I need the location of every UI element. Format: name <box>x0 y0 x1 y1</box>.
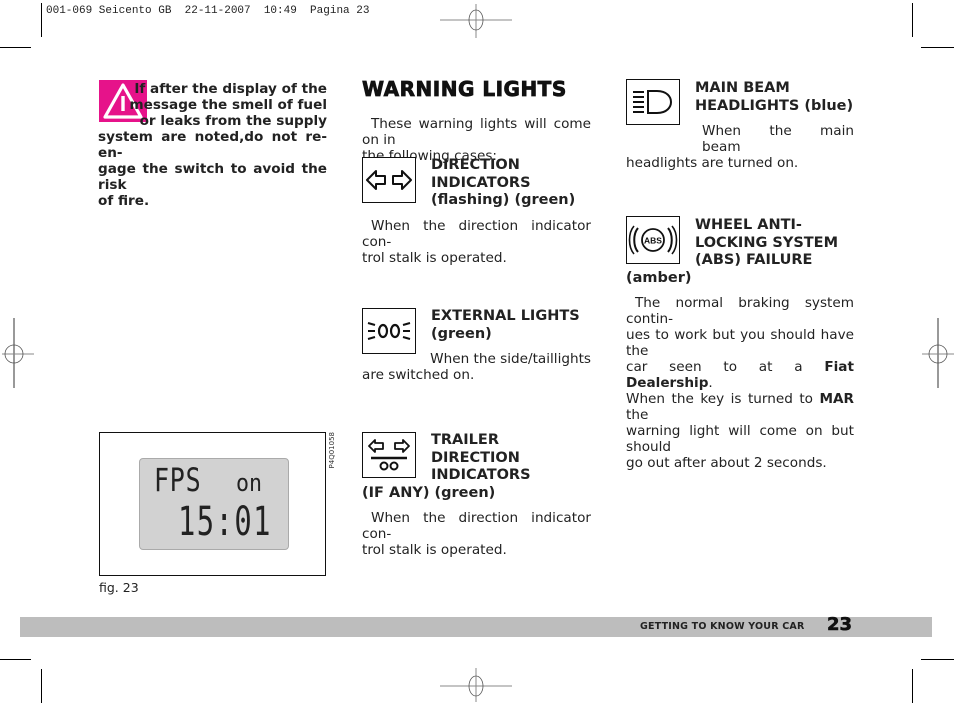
trailer-indicators-heading: TRAILER DIRECTION INDICATORS <box>431 432 531 485</box>
registration-mark-icon <box>440 668 512 702</box>
body-line: When the key is turned to MAR the <box>626 391 854 423</box>
body-text-span: the <box>626 407 649 423</box>
heading-line: (flashing) (green) <box>431 192 576 208</box>
body-line: When the direction indicator con- <box>362 510 591 542</box>
trailer-indicators-icon-box <box>362 432 416 478</box>
registration-mark-icon <box>922 318 954 388</box>
page-number: 23 <box>827 614 853 636</box>
body-line: are switched on. <box>362 367 475 383</box>
figure-code: P4Q01058 <box>328 432 336 469</box>
abs-heading: WHEEL ANTI- LOCKING SYSTEM (ABS) FAILURE <box>695 217 838 270</box>
crop-mark <box>912 3 913 37</box>
trailer-direction-indicators-icon <box>368 439 410 471</box>
warning-note: If after the display of the message the … <box>98 81 327 209</box>
footer-section-label: GETTING TO KNOW YOUR CAR <box>640 621 805 632</box>
body-line: When the side/taillights <box>430 351 591 367</box>
abs-text: The normal braking system contin- ues to… <box>626 295 854 471</box>
body-text-span: car seen to at a <box>626 359 803 375</box>
lcd-text-time: 15:01 <box>178 499 272 545</box>
external-lights-icon-box <box>362 308 416 354</box>
body-line: warning light will come on but should <box>626 423 854 455</box>
body-line: When the direction indicator con- <box>362 218 591 250</box>
crop-mark <box>41 3 42 37</box>
body-line: car seen to at a Fiat Dealership. <box>626 359 854 391</box>
abs-icon-box: ABS <box>626 216 680 264</box>
lcd-text-on: on <box>236 469 263 497</box>
heading-line: HEADLIGHTS (blue) <box>695 97 854 114</box>
lcd-display: FPS on 15:01 <box>139 458 289 550</box>
main-beam-headlights-icon <box>633 90 673 114</box>
crop-mark <box>41 669 42 703</box>
heading-line: (green) <box>431 325 492 342</box>
direction-indicators-icon-box <box>362 157 416 203</box>
body-text-span: . <box>708 375 713 391</box>
body-text-span: When the key is turned to <box>626 391 813 407</box>
main-beam-icon-box <box>626 79 680 125</box>
heading-line: DIRECTION <box>431 449 520 466</box>
heading-line: LOCKING SYSTEM <box>695 234 839 251</box>
crop-mark <box>921 47 954 48</box>
body-line: When the main beam <box>702 123 854 155</box>
page-title: WARNING LIGHTS <box>362 77 567 102</box>
warning-line: of fire. <box>98 193 150 209</box>
heading-line: WHEEL ANTI- <box>695 217 802 233</box>
intro-line: These warning lights will come on in <box>362 116 591 148</box>
registration-mark-icon <box>2 318 34 388</box>
warning-line: If after the display of the <box>134 81 327 97</box>
heading-line: DIRECTION <box>431 157 520 173</box>
mar-emphasis: MAR <box>819 391 855 407</box>
trailer-indicators-text: When the direction indicator con- trol s… <box>362 510 591 558</box>
body-line: ues to work but you should have the <box>626 327 854 359</box>
heading-line: MAIN BEAM <box>695 80 790 96</box>
print-slug: 001-069 Seicento GB 22-11-2007 10:49 Pag… <box>46 5 370 17</box>
direction-indicators-icon <box>366 170 412 190</box>
trailer-indicators-heading-suffix: (IF ANY) (green) <box>362 485 496 501</box>
crop-mark <box>0 659 31 660</box>
crop-mark <box>921 659 954 660</box>
body-line: trol stalk is operated. <box>362 250 507 266</box>
warning-line: gage the switch to avoid the risk <box>98 161 327 193</box>
body-line: trol stalk is operated. <box>362 542 507 558</box>
external-lights-heading: EXTERNAL LIGHTS (green) <box>431 308 580 343</box>
abs-heading-suffix: (amber) <box>626 270 692 286</box>
abs-failure-icon: ABS <box>628 225 678 255</box>
heading-line: (ABS) FAILURE <box>695 252 813 268</box>
main-beam-heading: MAIN BEAM HEADLIGHTS (blue) <box>695 80 853 115</box>
heading-line: TRAILER <box>431 432 499 448</box>
body-line: headlights are turned on. <box>626 155 799 171</box>
body-line: go out after about 2 seconds. <box>626 455 827 471</box>
registration-mark-icon <box>440 4 512 38</box>
heading-line: INDICATORS <box>431 174 531 191</box>
figure-frame: FPS on 15:01 <box>99 432 326 576</box>
main-beam-text: When the main beam headlights are turned… <box>626 123 854 171</box>
lcd-text-fps: FPS <box>154 461 202 499</box>
figure-caption: fig. 23 <box>99 580 139 595</box>
external-lights-icon <box>367 322 411 340</box>
external-lights-text: When the side/taillights are switched on… <box>362 351 591 383</box>
heading-line: EXTERNAL LIGHTS <box>431 308 580 324</box>
crop-mark <box>0 47 31 48</box>
warning-line: system are noted,do not re-en- <box>98 129 327 161</box>
body-line: The normal braking system contin- <box>626 295 854 327</box>
direction-indicators-heading: DIRECTION INDICATORS (flashing) (green) <box>431 157 575 210</box>
direction-indicators-text: When the direction indicator con- trol s… <box>362 218 591 266</box>
abs-icon-label: ABS <box>644 236 662 246</box>
warning-line: message the smell of fuel <box>129 97 327 113</box>
heading-line: INDICATORS <box>431 467 531 483</box>
warning-line: or leaks from the supply <box>139 113 327 129</box>
crop-mark <box>912 669 913 703</box>
